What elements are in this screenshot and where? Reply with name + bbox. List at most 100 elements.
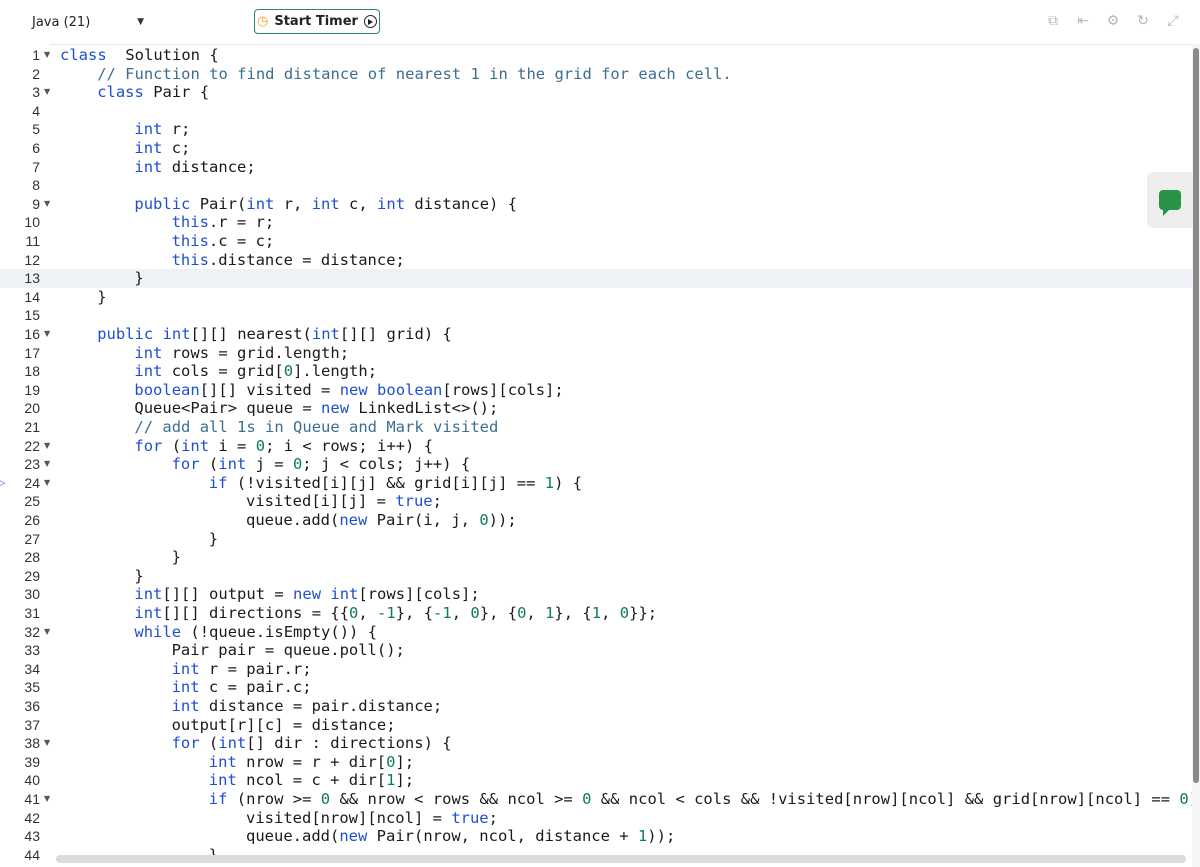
code-text: for (int[] dir : directions) {: [172, 734, 452, 753]
code-text: visited[nrow][ncol] = true;: [246, 809, 498, 828]
number-token: 0: [283, 362, 294, 381]
vertical-scrollbar[interactable]: [1192, 44, 1200, 867]
code-token: Pair(nrow, ncol, distance +: [367, 827, 638, 846]
fold-toggle-icon[interactable]: ▼: [44, 437, 50, 456]
code-line[interactable]: 37 output[r][c] = distance;: [0, 716, 1192, 735]
code-line[interactable]: 39 int nrow = r + dir[0];: [0, 753, 1192, 772]
keyword-token: for: [134, 436, 163, 455]
code-line[interactable]: 8: [0, 176, 1192, 195]
keyword-token: this: [171, 250, 209, 269]
code-token: .c = c;: [208, 232, 275, 250]
fullscreen-icon[interactable]: ⤢: [1164, 12, 1182, 30]
horizontal-scrollbar[interactable]: [56, 855, 1186, 863]
code-line[interactable]: 2 // Function to find distance of nearest…: [0, 65, 1192, 84]
code-text: this.distance = distance;: [172, 251, 405, 270]
settings-icon[interactable]: ⚙: [1104, 12, 1122, 30]
code-line[interactable]: 22 ▼ for (int i = 0; i < rows; i++) {: [0, 437, 1192, 456]
code-line[interactable]: 6 int c;: [0, 139, 1192, 158]
code-line[interactable]: 41 ▼ if (nrow >= 0 && nrow < rows && ncol …: [0, 790, 1192, 809]
code-line[interactable]: 4: [0, 102, 1192, 121]
chat-button[interactable]: [1147, 172, 1193, 228]
code-line[interactable]: 43 queue.add(new Pair(nrow, ncol, distanc…: [0, 827, 1192, 846]
language-select[interactable]: Java (21) ▼: [24, 8, 150, 36]
code-line[interactable]: 14}: [0, 288, 1192, 307]
fold-toggle-icon[interactable]: ▼: [44, 623, 50, 642]
line-number: 17: [24, 344, 40, 361]
code-line[interactable]: 28}: [0, 548, 1192, 567]
code-line[interactable]: 5 int r;: [0, 120, 1192, 139]
fold-toggle-icon[interactable]: ▼: [44, 325, 50, 344]
keyword-token: if: [208, 473, 228, 492]
line-number: 22: [24, 437, 40, 454]
line-number: 16: [24, 326, 40, 342]
keyword-token: for: [171, 734, 200, 753]
import-icon[interactable]: ⇤: [1074, 12, 1092, 30]
line-number: 31: [24, 605, 40, 621]
code-line[interactable]: 3 ▼ class Pair {: [0, 83, 1192, 102]
code-token: LinkedList<>();: [349, 399, 499, 418]
line-number: 1: [32, 47, 40, 63]
code-line[interactable]: 12 this.distance = distance;: [0, 251, 1192, 270]
number-token: 0: [320, 790, 331, 808]
copy-icon[interactable]: ⧉: [1044, 12, 1062, 30]
code-line[interactable]: 23 ▼ for (int j = 0; j < cols; j++) {: [0, 455, 1192, 474]
code-token: c = pair.c;: [199, 678, 312, 697]
code-line[interactable]: 38 ▼ for (int[] dir : directions) {: [0, 734, 1192, 753]
code-line[interactable]: 7 int distance;: [0, 158, 1192, 177]
code-line[interactable]: 32 ▼ while (!queue.isEmpty()) {: [0, 623, 1192, 642]
code-line[interactable]: 27}: [0, 530, 1192, 549]
code-line[interactable]: 9 ▼ public Pair(int r, int c, int distance…: [0, 195, 1192, 214]
fold-toggle-icon[interactable]: ▼: [44, 455, 50, 474]
keyword-token: int: [134, 362, 163, 381]
fold-toggle-icon[interactable]: ▼: [44, 734, 50, 753]
code-token: ].length;: [293, 362, 378, 381]
code-line[interactable]: 11 this.c = c;: [0, 232, 1192, 251]
fold-toggle-icon[interactable]: ▼: [44, 195, 50, 214]
code-token: }};: [629, 604, 658, 622]
code-line[interactable]: 34 int r = pair.r;: [0, 660, 1192, 679]
start-timer-button[interactable]: ◷ Start Timer: [254, 9, 380, 34]
code-line[interactable]: 10 this.r = r;: [0, 213, 1192, 232]
code-line[interactable]: 24 ▼ if (!visited[i][j] && grid[i][j] == 1…: [0, 474, 1192, 493]
code-line[interactable]: 17 int rows = grid.length;: [0, 344, 1192, 363]
line-number: 32: [24, 623, 40, 640]
code-line[interactable]: 30 int[][] output = new int[rows][cols];: [0, 585, 1192, 604]
code-token: Pair {: [143, 83, 210, 102]
vertical-scrollbar-thumb[interactable]: [1193, 48, 1199, 783]
line-number: 41: [24, 791, 40, 807]
code-line[interactable]: 19 boolean[][] visited = new boolean[rows…: [0, 381, 1192, 400]
keyword-token: new: [339, 380, 368, 399]
fold-toggle-icon[interactable]: ▼: [44, 83, 50, 102]
fold-toggle-icon[interactable]: ▼: [44, 46, 50, 65]
code-line[interactable]: 15: [0, 306, 1192, 325]
code-line[interactable]: 25 visited[i][j] = true;: [0, 492, 1192, 511]
code-line[interactable]: 1 ▼ class Solution {: [0, 46, 1192, 65]
clock-icon: ◷: [257, 14, 269, 29]
code-line[interactable]: 31 int[][] directions = {{0, -1}, {-1, 0}…: [0, 604, 1192, 623]
keyword-token: new: [293, 585, 322, 604]
code-line[interactable]: 20 Queue<Pair> queue = new LinkedList<>()…: [0, 399, 1192, 418]
line-number: 9: [32, 195, 40, 212]
fold-toggle-icon[interactable]: ▼: [44, 790, 50, 809]
code-line[interactable]: 18 int cols = grid[0].length;: [0, 362, 1192, 381]
fold-toggle-icon[interactable]: ▼: [44, 474, 50, 493]
code-line[interactable]: 13}: [0, 269, 1192, 288]
code-line[interactable]: 36 int distance = pair.distance;: [0, 697, 1192, 716]
code-line[interactable]: 33 Pair pair = queue.poll();: [0, 641, 1192, 660]
code-line[interactable]: 29}: [0, 567, 1192, 586]
code-line[interactable]: 21 // add all 1s in Queue and Mark visite…: [0, 418, 1192, 437]
code-line[interactable]: 16 ▼ public int[][] nearest(int[][] grid) …: [0, 325, 1192, 344]
code-token: ;: [488, 808, 498, 827]
number-token: 1: [591, 604, 602, 622]
code-line[interactable]: 40 int ncol = c + dir[1];: [0, 771, 1192, 790]
code-token: Solution {: [106, 46, 219, 64]
code-editor[interactable]: 1 ▼ class Solution {2// Function to find d…: [0, 44, 1192, 867]
code-line[interactable]: 26 queue.add(new Pair(i, j, 0));: [0, 511, 1192, 530]
code-line[interactable]: 35 int c = pair.c;: [0, 678, 1192, 697]
code-line[interactable]: 42 visited[nrow][ncol] = true;: [0, 809, 1192, 828]
keyword-token: this: [171, 232, 209, 250]
chat-icon: [1159, 190, 1181, 216]
reset-icon[interactable]: ↻: [1134, 12, 1152, 30]
line-number: 12: [24, 251, 40, 268]
code-text: int[][] directions = {{0, -1}, {-1, 0}, …: [134, 604, 657, 623]
